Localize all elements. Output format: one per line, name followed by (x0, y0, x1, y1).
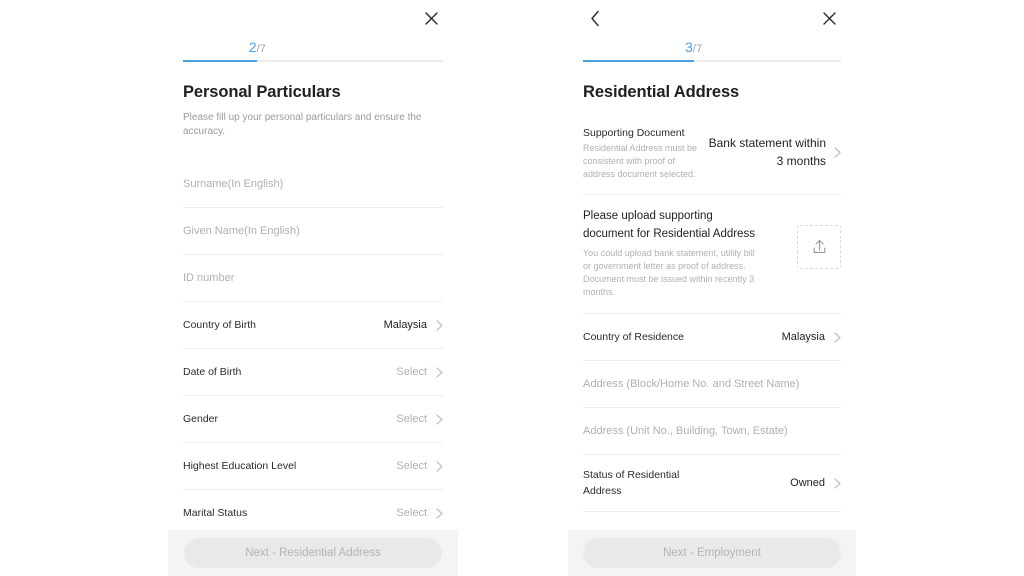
country-of-residence-value: Malaysia (781, 331, 825, 343)
gender-value: Select (396, 413, 427, 425)
progress-label: 2/7 (249, 39, 266, 55)
progress-label: 3/7 (685, 39, 702, 55)
marital-status-label: Marital Status (183, 507, 248, 519)
step-progress-right: 3/7 (583, 36, 841, 62)
left-footer: Next - Residential Address (168, 530, 458, 576)
country-of-birth-value-group: Malaysia (384, 319, 443, 331)
chevron-right-icon (436, 366, 443, 378)
next-residential-address-button[interactable]: Next - Residential Address (184, 538, 442, 568)
supporting-document-text: Supporting Document Residential Address … (583, 127, 699, 181)
address-line-1-placeholder: Address (Block/Home No. and Street Name) (583, 378, 800, 390)
chevron-right-icon (436, 413, 443, 425)
supporting-document-value-group: Bank statement within 3 months (699, 127, 841, 170)
field-highest-education[interactable]: Highest Education Level Select (183, 443, 443, 490)
gender-label: Gender (183, 413, 219, 425)
gender-value-group: Select (396, 413, 443, 425)
right-top-bar (568, 0, 856, 36)
upload-icon[interactable] (797, 225, 841, 269)
given-name-placeholder: Given Name(In English) (183, 225, 300, 237)
progress-current: 3 (685, 39, 693, 55)
id-number-placeholder: ID number (183, 272, 235, 284)
progress-fill (583, 60, 694, 62)
right-footer: Next - Employment (568, 530, 856, 576)
chevron-right-icon (834, 146, 841, 158)
progress-fill (183, 60, 258, 62)
chevron-right-icon (436, 319, 443, 331)
supporting-document-label: Supporting Document (583, 127, 685, 139)
left-top-bar (168, 0, 458, 36)
status-of-residential-address-label: Status of Residential Address (583, 469, 680, 497)
field-address-line-2[interactable]: Address (Unit No., Building, Town, Estat… (583, 408, 841, 455)
highest-education-value-group: Select (396, 460, 443, 472)
close-icon[interactable] (417, 4, 445, 32)
status-of-residential-address-value: Owned (790, 477, 825, 489)
field-date-of-birth[interactable]: Date of Birth Select (183, 349, 443, 396)
chevron-right-icon (436, 507, 443, 519)
progress-total: 7 (259, 43, 266, 55)
page-subtitle: Please fill up your personal particulars… (183, 112, 422, 137)
chevron-right-icon (834, 331, 841, 343)
next-employment-button[interactable]: Next - Employment (583, 538, 841, 568)
country-of-birth-label: Country of Birth (183, 319, 256, 331)
address-line-2-placeholder: Address (Unit No., Building, Town, Estat… (583, 425, 788, 437)
marital-status-value-group: Select (396, 507, 443, 519)
date-of-birth-value-group: Select (396, 366, 443, 378)
upload-supporting-document-section: Please upload supporting document for Re… (583, 195, 841, 314)
left-content: Personal Particulars Please fill up your… (168, 83, 458, 537)
highest-education-value: Select (396, 460, 427, 472)
field-gender[interactable]: Gender Select (183, 396, 443, 443)
field-country-of-residence[interactable]: Country of Residence Malaysia (583, 314, 841, 361)
field-country-of-birth[interactable]: Country of Birth Malaysia (183, 302, 443, 349)
upload-heading: Please upload supporting document for Re… (583, 210, 755, 240)
date-of-birth-label: Date of Birth (183, 366, 242, 378)
residential-address-screen: 3/7 Residential Address Supporting Docum… (568, 0, 856, 576)
page-title: Personal Particulars (183, 83, 341, 101)
country-of-birth-value: Malaysia (383, 319, 427, 331)
right-content: Residential Address Supporting Document … (568, 83, 856, 512)
chevron-left-icon[interactable] (581, 4, 609, 32)
field-given-name[interactable]: Given Name(In English) (183, 208, 443, 255)
country-of-residence-value-group: Malaysia (782, 331, 841, 343)
marital-status-value: Select (396, 507, 427, 519)
progress-total: 7 (696, 43, 703, 55)
upload-text: Please upload supporting document for Re… (583, 207, 765, 299)
date-of-birth-value: Select (396, 366, 427, 378)
supporting-document-description: Residential Address must be consistent w… (583, 143, 698, 179)
chevron-right-icon (834, 477, 841, 489)
country-of-residence-label: Country of Residence (583, 331, 684, 343)
upload-description: You could upload bank statement, utility… (583, 248, 755, 297)
status-of-residential-address-value-group: Owned (790, 477, 841, 489)
supporting-document-value: Bank statement within 3 months (708, 136, 826, 168)
field-supporting-document[interactable]: Supporting Document Residential Address … (583, 116, 841, 195)
field-id-number[interactable]: ID number (183, 255, 443, 302)
field-address-line-1[interactable]: Address (Block/Home No. and Street Name) (583, 361, 841, 408)
chevron-right-icon (436, 460, 443, 472)
highest-education-label: Highest Education Level (183, 460, 297, 472)
page-title: Residential Address (583, 83, 740, 101)
surname-placeholder: Surname(In English) (183, 178, 284, 190)
field-status-of-residential-address[interactable]: Status of Residential Address Owned (583, 455, 841, 512)
step-progress-left: 2/7 (183, 36, 443, 62)
close-icon[interactable] (815, 4, 843, 32)
progress-current: 2 (248, 39, 257, 55)
field-surname[interactable]: Surname(In English) (183, 161, 443, 208)
personal-particulars-screen: 2/7 Personal Particulars Please fill up … (168, 0, 458, 576)
screenshot-canvas: 2/7 Personal Particulars Please fill up … (0, 0, 1024, 576)
